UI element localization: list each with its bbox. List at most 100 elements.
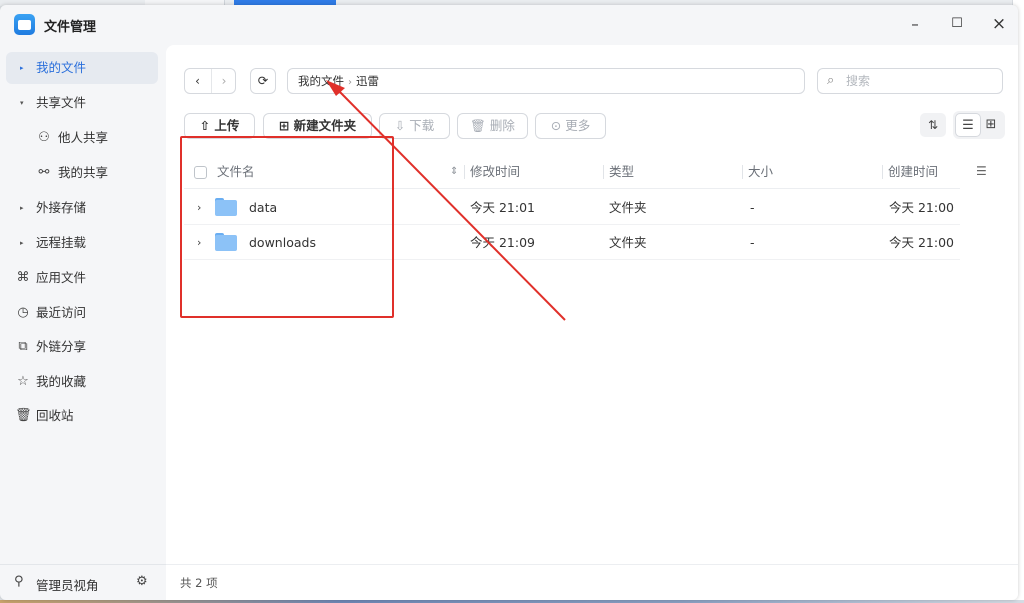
sidebar-item-label: 共享文件 bbox=[36, 95, 87, 110]
maximize-button[interactable]: ☐ bbox=[945, 13, 969, 35]
forward-button[interactable]: › bbox=[211, 69, 236, 93]
file-type: 文件夹 bbox=[609, 235, 647, 250]
sidebar-item-shared-files[interactable]: ▾ 共享文件 bbox=[6, 87, 158, 119]
new-folder-button[interactable]: ⊞ 新建文件夹 bbox=[263, 113, 372, 139]
main-panel: ‹ › ⟳ 我的文件 › 迅雷 ⌕ ⇧ 上传 ⊞ 新建文件夹 ⇩ 下载 🗑 删除 bbox=[166, 45, 1018, 600]
sidebar-item-label: 外接存储 bbox=[36, 200, 87, 215]
modified-time: 今天 21:09 bbox=[470, 235, 535, 250]
caret-right-icon: ▸ bbox=[20, 64, 24, 72]
delete-button[interactable]: 🗑 删除 bbox=[457, 113, 528, 139]
column-header-type-label: 类型 bbox=[609, 164, 635, 179]
sidebar-item-app-files[interactable]: ⌘ 应用文件 bbox=[6, 262, 158, 294]
sidebar-item-remote-mount[interactable]: ▸ 远程挂载 bbox=[6, 227, 158, 259]
expand-chevron-icon[interactable]: › bbox=[197, 190, 201, 225]
sidebar-item-label: 我的文件 bbox=[36, 60, 87, 75]
history-nav: ‹ › bbox=[184, 68, 236, 94]
sidebar: ▸ 我的文件 ▾ 共享文件 ⚇ 他人共享 ⚯ 我的共享 ▸ 外接存储 ▸ 远程挂… bbox=[0, 45, 166, 600]
status-bar: 共 2 项 bbox=[166, 564, 1018, 600]
sidebar-item-external-links[interactable]: ⧉ 外链分享 bbox=[6, 331, 158, 363]
upload-icon: ⇧ bbox=[199, 118, 211, 133]
breadcrumb-item-current[interactable]: 迅雷 bbox=[356, 74, 379, 88]
sidebar-item-favorites[interactable]: ☆ 我的收藏 bbox=[6, 366, 158, 398]
column-header-type[interactable]: 类型 bbox=[603, 155, 635, 189]
sort-icon: ⇅ bbox=[927, 118, 939, 132]
external-link-icon: ⧉ bbox=[18, 339, 28, 354]
more-icon: ⊙ bbox=[550, 118, 562, 133]
sidebar-item-my-files[interactable]: ▸ 我的文件 bbox=[6, 52, 158, 84]
column-header-modified-label: 修改时间 bbox=[470, 164, 521, 179]
folder-icon bbox=[215, 233, 237, 251]
search-icon: ⌕ bbox=[827, 73, 835, 88]
table-row[interactable]: › downloads 今天 21:09 文件夹 - 今天 21:00 bbox=[184, 225, 960, 260]
expand-chevron-icon[interactable]: › bbox=[197, 225, 201, 260]
file-manager-window: 文件管理 – ☐ × ▸ 我的文件 ▾ 共享文件 ⚇ 他人共享 ⚯ 我的共享 ▸… bbox=[0, 5, 1018, 600]
file-name[interactable]: data bbox=[249, 190, 277, 225]
column-divider bbox=[882, 165, 883, 179]
file-name[interactable]: downloads bbox=[249, 225, 316, 260]
upload-button[interactable]: ⇧ 上传 bbox=[184, 113, 255, 139]
app-title: 文件管理 bbox=[44, 20, 97, 35]
breadcrumb[interactable]: 我的文件 › 迅雷 bbox=[287, 68, 805, 94]
search-input[interactable] bbox=[846, 72, 996, 90]
title-bar: 文件管理 – ☐ × bbox=[0, 5, 1018, 43]
star-icon: ☆ bbox=[17, 374, 29, 389]
user-share-icon: ⚇ bbox=[38, 130, 50, 145]
delete-label: 删除 bbox=[489, 118, 515, 133]
share-icon: ⚯ bbox=[38, 165, 50, 180]
grid-view-button[interactable]: ⊞ bbox=[978, 113, 1004, 137]
table-row[interactable]: › data 今天 21:01 文件夹 - 今天 21:00 bbox=[184, 190, 960, 225]
download-label: 下载 bbox=[409, 118, 435, 133]
column-divider bbox=[742, 165, 743, 179]
new-folder-icon: ⊞ bbox=[278, 118, 290, 133]
apps-grid-icon: ⌘ bbox=[16, 270, 30, 285]
column-header-size[interactable]: 大小 bbox=[742, 155, 773, 189]
column-header-created[interactable]: 创建时间 bbox=[882, 155, 939, 189]
column-settings-icon[interactable]: ☰ bbox=[976, 164, 987, 178]
table-header: 文件名 ⇕ 修改时间 类型 大小 创建时间 bbox=[184, 155, 960, 189]
gear-icon[interactable]: ⚙ bbox=[136, 574, 148, 589]
column-divider bbox=[603, 165, 604, 179]
more-label: 更多 bbox=[565, 118, 591, 133]
back-button[interactable]: ‹ bbox=[185, 69, 210, 93]
sort-toggle-icon[interactable]: ⇕ bbox=[450, 155, 458, 189]
sidebar-item-my-shares[interactable]: ⚯ 我的共享 bbox=[6, 157, 158, 189]
admin-view-toggle[interactable]: 管理员视角 bbox=[36, 575, 99, 594]
sort-button[interactable]: ⇅ bbox=[920, 113, 946, 137]
close-button[interactable]: × bbox=[987, 13, 1011, 35]
sidebar-item-label: 我的收藏 bbox=[36, 374, 87, 389]
select-all-checkbox[interactable] bbox=[194, 166, 207, 179]
caret-right-icon: ▸ bbox=[20, 239, 24, 247]
new-folder-label: 新建文件夹 bbox=[293, 118, 357, 133]
column-header-created-label: 创建时间 bbox=[888, 164, 939, 179]
minimize-button[interactable]: – bbox=[903, 13, 927, 35]
admin-view-footer: ⚲ 管理员视角 ⚙ bbox=[0, 564, 166, 600]
refresh-icon: ⟳ bbox=[257, 73, 269, 88]
breadcrumb-item-my-files[interactable]: 我的文件 bbox=[298, 74, 344, 88]
sidebar-item-label: 最近访问 bbox=[36, 305, 87, 320]
file-size: - bbox=[750, 200, 755, 215]
caret-down-icon: ▾ bbox=[20, 99, 24, 107]
sidebar-item-label: 我的共享 bbox=[58, 165, 109, 180]
column-header-name[interactable]: 文件名 bbox=[217, 155, 255, 189]
file-size: - bbox=[750, 235, 755, 250]
sidebar-item-label: 外链分享 bbox=[36, 339, 87, 354]
more-button[interactable]: ⊙ 更多 bbox=[535, 113, 606, 139]
admin-user-icon: ⚲ bbox=[14, 574, 24, 589]
search-box[interactable]: ⌕ bbox=[817, 68, 1003, 94]
caret-right-icon: ▸ bbox=[20, 204, 24, 212]
item-count: 共 2 项 bbox=[180, 576, 218, 590]
sidebar-item-shared-by-others[interactable]: ⚇ 他人共享 bbox=[6, 122, 158, 154]
column-divider bbox=[464, 165, 465, 179]
refresh-button[interactable]: ⟳ bbox=[250, 68, 276, 94]
sidebar-item-recent[interactable]: ◷ 最近访问 bbox=[6, 297, 158, 329]
clock-icon: ◷ bbox=[17, 305, 29, 320]
download-button[interactable]: ⇩ 下载 bbox=[379, 113, 450, 139]
sidebar-item-label: 应用文件 bbox=[36, 270, 87, 285]
sidebar-item-external-storage[interactable]: ▸ 外接存储 bbox=[6, 192, 158, 224]
sidebar-item-recycle-bin[interactable]: 🗑 回收站 bbox=[6, 400, 158, 432]
upload-label: 上传 bbox=[214, 118, 240, 133]
sidebar-item-label: 他人共享 bbox=[58, 130, 109, 145]
sidebar-item-label: 远程挂载 bbox=[36, 235, 87, 250]
delete-icon: 🗑 bbox=[470, 118, 486, 133]
column-header-modified[interactable]: 修改时间 bbox=[464, 155, 521, 189]
